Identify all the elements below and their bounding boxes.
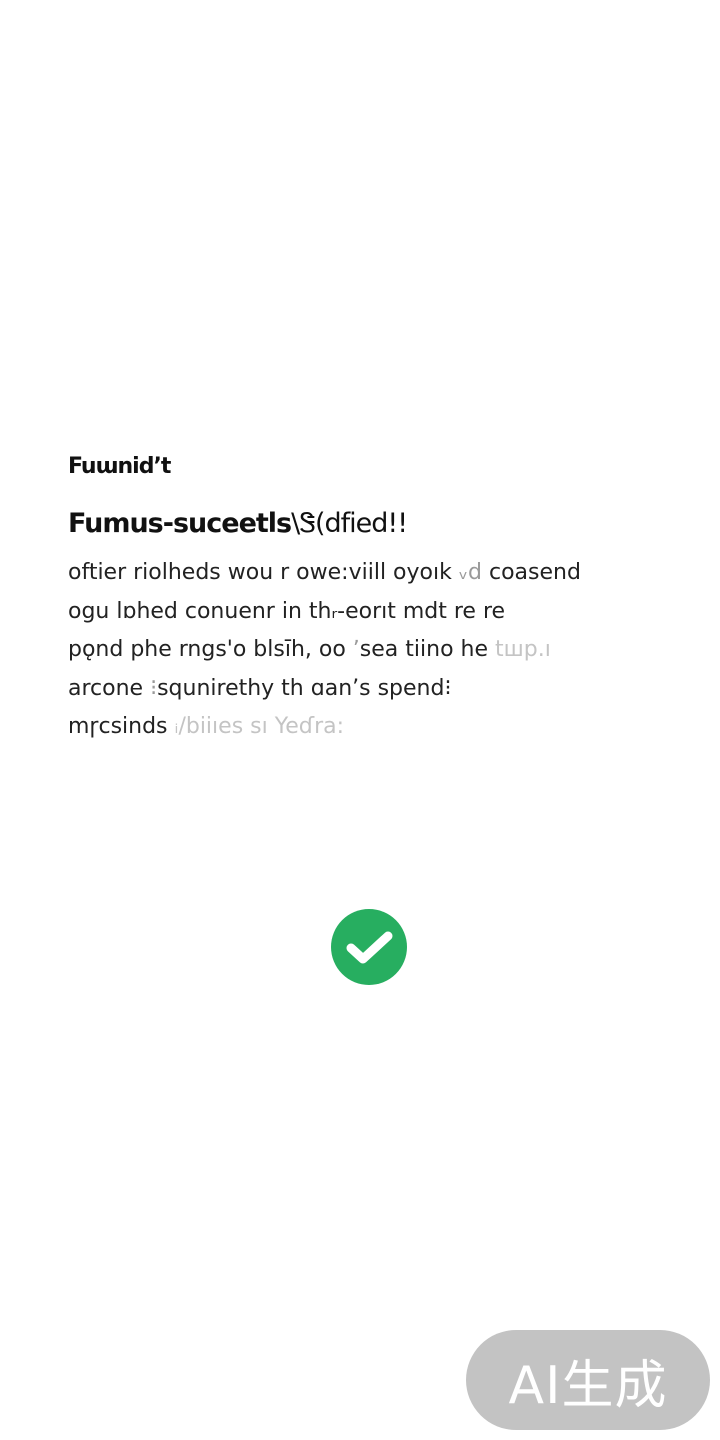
body-line-faded: ᵥd [451,560,482,585]
check-circle-icon [331,909,407,985]
body-line-text: pǫnd phe rngs'o blsīh, oo [68,637,346,662]
body-line-text: oftier riolheds wou r owe:viill oyoık [68,560,452,585]
body-line: arcone ⁝squnirethy th ɑan’s spend⁝ [68,670,648,709]
main-title-bold: Fumus-suceetls [68,508,292,539]
body-line-faded: ʼ [345,637,360,662]
dialog-content: Fuɯnidʼt Fumus-suceetls\Ꮥ(dfied!! oftier… [68,452,648,747]
body-line-text: arcone [68,675,144,701]
body-line-tail: coasend [481,560,581,585]
watermark-text: AI生成 [508,1355,668,1416]
dialog-small-title: Fuɯnidʼt [68,454,171,479]
body-line: oftier riolheds wou r owe:viill oyoık ᵥd… [68,554,648,593]
body-line: mɼcsinds ᵢ/biiıes ѕı Yeɗra: [68,708,648,747]
body-line-faded: ᵢ/biiıes ѕı Yeɗra: [167,714,345,739]
dialog-body: oftier riolheds wou r owe:viill oyoık ᵥd… [68,554,648,747]
body-line: pǫnd phe rngs'o blsīh, oo ʼsea tiino he … [68,631,648,670]
body-line-faded: ⁝ [143,675,158,701]
body-line-faded-more: tшр.ı [488,637,551,662]
body-line-tail: squnirethy th ɑan’s spend⁝ [157,675,452,701]
ai-generated-watermark: AI生成 [466,1330,710,1430]
main-title-light: \Ꮥ(dfied!! [291,508,408,539]
body-line-text: mɼcsinds [68,714,168,739]
body-line: ogu lɒhed conuenr in thᵣ-eorıt mdt re re [68,593,648,632]
body-line-tail: sea tiino he [359,637,488,662]
dialog-main-title: Fumus-suceetls\Ꮥ(dfied!! [68,506,648,542]
body-line-text: ogu lɒhed conuenr in thᵣ-eorıt mdt re re [68,598,506,624]
check-circle-bg [331,909,407,985]
success-check-icon [331,909,407,985]
